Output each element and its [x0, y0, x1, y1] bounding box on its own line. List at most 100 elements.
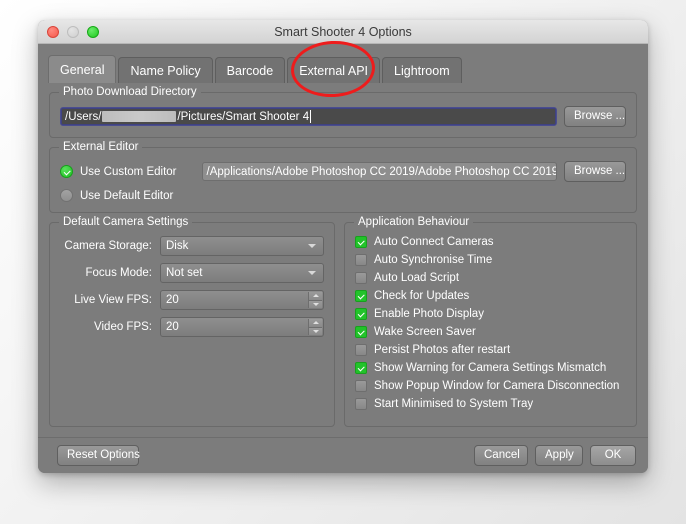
video-fps-label: Video FPS: — [94, 321, 152, 333]
use-custom-editor-label: Use Custom Editor — [80, 165, 177, 178]
chevron-down-icon — [308, 244, 316, 248]
live-view-fps-spin-buttons[interactable] — [308, 292, 322, 308]
tab-content-general: Photo Download Directory /Users/ /Picture… — [38, 82, 648, 437]
ok-button[interactable]: OK — [590, 445, 636, 466]
checkbox-row-check-for-updates[interactable]: Check for Updates — [355, 290, 626, 302]
focus-mode-label: Focus Mode: — [85, 267, 152, 279]
focus-mode-row: Focus Mode: Not set — [60, 263, 324, 283]
auto-connect-cameras-checkbox[interactable] — [355, 236, 367, 248]
tab-lightroom-label: Lightroom — [394, 63, 450, 78]
show-warning-camera-settings-mismatch-checkbox[interactable] — [355, 362, 367, 374]
auto-load-script-label: Auto Load Script — [374, 272, 460, 284]
camera-storage-label: Camera Storage: — [64, 240, 152, 252]
checkbox-row-auto-synchronise-time[interactable]: Auto Synchronise Time — [355, 254, 626, 266]
zoom-button-icon[interactable] — [87, 25, 99, 38]
spinner-up-icon[interactable] — [309, 319, 322, 328]
wake-screen-saver-checkbox[interactable] — [355, 326, 367, 338]
window-title: Smart Shooter 4 Options — [274, 24, 412, 39]
default-camera-settings-title: Default Camera Settings — [59, 216, 193, 228]
auto-synchronise-time-checkbox[interactable] — [355, 254, 367, 266]
show-popup-camera-disconnection-checkbox[interactable] — [355, 380, 367, 392]
checkbox-row-wake-screen-saver[interactable]: Wake Screen Saver — [355, 326, 626, 338]
tab-external-api[interactable]: External API — [287, 57, 381, 83]
download-path-prefix: /Users/ — [65, 110, 102, 123]
close-button-icon[interactable] — [47, 25, 59, 38]
use-default-editor-radio[interactable] — [60, 189, 73, 202]
camera-storage-row: Camera Storage: Disk — [60, 236, 324, 256]
download-path-suffix: /Pictures/Smart Shooter 4 — [177, 110, 310, 123]
start-minimised-system-tray-checkbox[interactable] — [355, 398, 367, 410]
chevron-down-icon — [308, 271, 316, 275]
live-view-fps-stepper[interactable]: 20 — [160, 290, 324, 310]
persist-photos-after-restart-checkbox[interactable] — [355, 344, 367, 356]
tab-barcode[interactable]: Barcode — [214, 57, 286, 83]
spinner-up-icon[interactable] — [309, 292, 322, 301]
checkbox-row-auto-connect-cameras[interactable]: Auto Connect Cameras — [355, 236, 626, 248]
tab-bar: General Name Policy Barcode External API… — [38, 44, 648, 83]
window-controls — [47, 25, 99, 38]
text-caret — [310, 110, 312, 123]
download-browse-button[interactable]: Browse ... — [564, 106, 626, 127]
use-custom-editor-radio[interactable] — [60, 165, 73, 178]
enable-photo-display-checkbox[interactable] — [355, 308, 367, 320]
live-view-fps-label: Live View FPS: — [74, 294, 152, 306]
application-behaviour-title: Application Behaviour — [354, 216, 474, 228]
download-path-row: /Users/ /Pictures/Smart Shooter 4 Browse … — [60, 106, 626, 127]
use-default-editor-label: Use Default Editor — [80, 189, 174, 202]
checkbox-row-show-warning-camera-settings-mismatch[interactable]: Show Warning for Camera Settings Mismatc… — [355, 362, 626, 374]
camera-storage-value: Disk — [166, 240, 189, 252]
tab-general-label: General — [60, 62, 105, 77]
apply-button[interactable]: Apply — [535, 445, 583, 466]
custom-editor-row: Use Custom Editor /Applications/Adobe Ph… — [60, 161, 626, 182]
live-view-fps-value: 20 — [166, 294, 179, 306]
application-behaviour-group: Application Behaviour Auto Connect Camer… — [344, 216, 637, 427]
tab-external-api-label: External API — [299, 63, 369, 78]
persist-photos-after-restart-label: Persist Photos after restart — [374, 344, 511, 356]
dialog-footer: Reset Options Cancel Apply OK — [38, 437, 648, 473]
tab-general[interactable]: General — [48, 55, 117, 83]
minimize-button-icon[interactable] — [67, 25, 79, 38]
auto-load-script-checkbox[interactable] — [355, 272, 367, 284]
video-fps-spin-buttons[interactable] — [308, 319, 322, 335]
check-for-updates-checkbox[interactable] — [355, 290, 367, 302]
enable-photo-display-label: Enable Photo Display — [374, 308, 484, 320]
tab-lightroom[interactable]: Lightroom — [382, 57, 462, 83]
reset-options-button[interactable]: Reset Options — [57, 445, 140, 466]
default-camera-settings-group: Default Camera Settings Camera Storage: … — [49, 216, 335, 427]
live-view-fps-row: Live View FPS: 20 — [60, 290, 324, 310]
spinner-down-icon[interactable] — [309, 300, 322, 308]
editor-browse-button[interactable]: Browse ... — [564, 161, 626, 182]
photo-download-directory-title: Photo Download Directory — [59, 86, 201, 98]
download-path-input[interactable]: /Users/ /Pictures/Smart Shooter 4 — [60, 107, 557, 126]
video-fps-row: Video FPS: 20 — [60, 317, 324, 337]
checkbox-row-show-popup-camera-disconnection[interactable]: Show Popup Window for Camera Disconnecti… — [355, 380, 626, 392]
check-for-updates-label: Check for Updates — [374, 290, 470, 302]
default-editor-row: Use Default Editor — [60, 189, 626, 202]
show-popup-camera-disconnection-label: Show Popup Window for Camera Disconnecti… — [374, 380, 620, 392]
auto-synchronise-time-label: Auto Synchronise Time — [374, 254, 493, 266]
redacted-username-block — [102, 111, 177, 122]
spinner-down-icon[interactable] — [309, 327, 322, 335]
title-bar: Smart Shooter 4 Options — [38, 20, 648, 44]
external-editor-title: External Editor — [59, 141, 143, 153]
tab-name-policy[interactable]: Name Policy — [118, 57, 213, 83]
auto-connect-cameras-label: Auto Connect Cameras — [374, 236, 494, 248]
checkbox-row-auto-load-script[interactable]: Auto Load Script — [355, 272, 626, 284]
video-fps-value: 20 — [166, 321, 179, 333]
start-minimised-system-tray-label: Start Minimised to System Tray — [374, 398, 534, 410]
tab-barcode-label: Barcode — [226, 63, 274, 78]
focus-mode-select[interactable]: Not set — [160, 263, 324, 283]
tab-name-policy-label: Name Policy — [130, 63, 201, 78]
checkbox-row-start-minimised-system-tray[interactable]: Start Minimised to System Tray — [355, 398, 626, 410]
show-warning-camera-settings-mismatch-label: Show Warning for Camera Settings Mismatc… — [374, 362, 607, 374]
photo-download-directory-group: Photo Download Directory /Users/ /Picture… — [49, 86, 637, 138]
external-editor-group: External Editor Use Custom Editor /Appli… — [49, 141, 637, 213]
wake-screen-saver-label: Wake Screen Saver — [374, 326, 476, 338]
camera-storage-select[interactable]: Disk — [160, 236, 324, 256]
custom-editor-path-input[interactable]: /Applications/Adobe Photoshop CC 2019/Ad… — [201, 162, 557, 181]
options-dialog-window: Smart Shooter 4 Options General Name Pol… — [38, 20, 648, 473]
checkbox-row-persist-photos-after-restart[interactable]: Persist Photos after restart — [355, 344, 626, 356]
cancel-button[interactable]: Cancel — [474, 445, 528, 466]
checkbox-row-enable-photo-display[interactable]: Enable Photo Display — [355, 308, 626, 320]
video-fps-stepper[interactable]: 20 — [160, 317, 324, 337]
